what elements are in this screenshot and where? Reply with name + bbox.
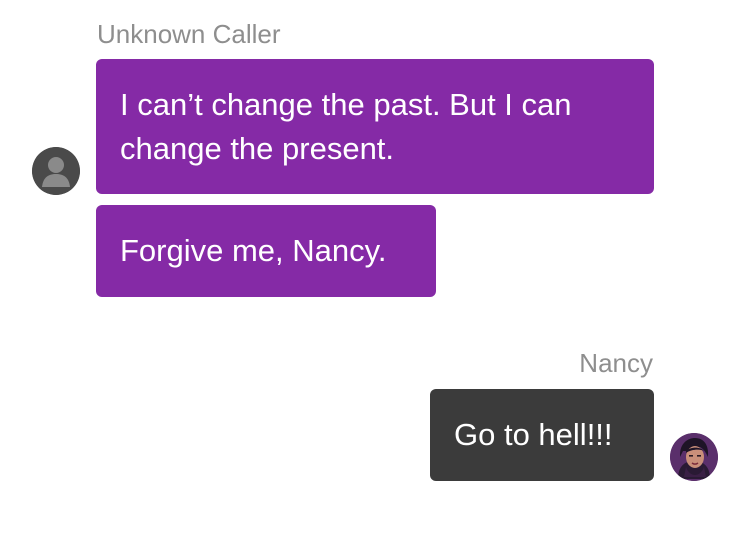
incoming-message-bubble[interactable]: I can’t change the past. But I can chang… — [96, 59, 654, 194]
incoming-sender-name: Unknown Caller — [97, 19, 281, 49]
chat-thread: Unknown Caller I can’t change the past. … — [0, 0, 750, 538]
outgoing-sender-name: Nancy — [579, 348, 653, 378]
incoming-message-bubble[interactable]: Forgive me, Nancy. — [96, 205, 436, 297]
incoming-message-text: Forgive me, Nancy. — [120, 233, 387, 268]
outgoing-message-text: Go to hell!!! — [454, 417, 613, 452]
person-silhouette-icon — [32, 147, 80, 195]
nancy-portrait-avatar[interactable] — [670, 433, 718, 481]
default-user-avatar-icon[interactable] — [32, 147, 80, 195]
outgoing-message-bubble[interactable]: Go to hell!!! — [430, 389, 654, 481]
portrait-icon — [670, 433, 718, 481]
